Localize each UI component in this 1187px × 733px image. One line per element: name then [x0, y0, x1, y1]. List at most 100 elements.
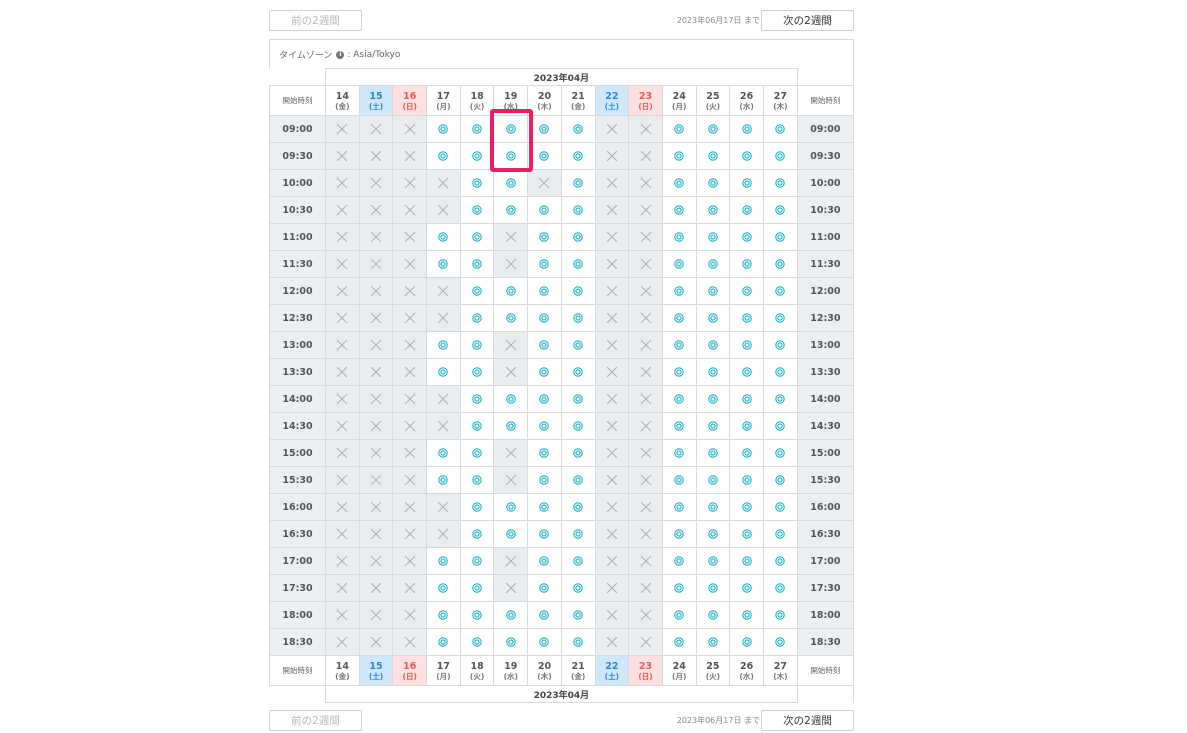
available-slot[interactable] [560, 115, 596, 143]
available-slot[interactable] [527, 439, 562, 467]
available-slot[interactable] [762, 196, 798, 224]
available-slot[interactable] [560, 331, 596, 359]
available-slot[interactable] [729, 628, 764, 656]
available-slot[interactable] [762, 601, 798, 629]
available-slot[interactable] [762, 142, 798, 170]
available-slot[interactable] [527, 115, 562, 143]
available-slot[interactable] [527, 574, 562, 602]
available-slot[interactable] [661, 142, 697, 170]
available-slot[interactable] [527, 358, 562, 386]
available-slot[interactable] [560, 493, 596, 521]
available-slot[interactable] [426, 142, 461, 170]
available-slot[interactable] [762, 385, 798, 413]
available-slot[interactable] [695, 385, 731, 413]
available-slot[interactable] [729, 493, 764, 521]
available-slot[interactable] [762, 547, 798, 575]
available-slot[interactable] [762, 115, 798, 143]
available-slot[interactable] [459, 493, 495, 521]
available-slot[interactable] [459, 466, 495, 494]
available-slot[interactable] [426, 331, 461, 359]
available-slot[interactable] [459, 574, 495, 602]
available-slot[interactable] [762, 493, 798, 521]
available-slot[interactable] [762, 628, 798, 656]
available-slot[interactable] [493, 142, 529, 170]
available-slot[interactable] [729, 115, 764, 143]
available-slot[interactable] [661, 223, 697, 251]
available-slot[interactable] [527, 142, 562, 170]
available-slot[interactable] [762, 439, 798, 467]
available-slot[interactable] [527, 520, 562, 548]
available-slot[interactable] [729, 277, 764, 305]
available-slot[interactable] [459, 223, 495, 251]
available-slot[interactable] [426, 250, 461, 278]
available-slot[interactable] [560, 385, 596, 413]
available-slot[interactable] [661, 628, 697, 656]
available-slot[interactable] [661, 412, 697, 440]
available-slot[interactable] [459, 250, 495, 278]
available-slot[interactable] [527, 223, 562, 251]
available-slot[interactable] [527, 196, 562, 224]
available-slot[interactable] [426, 601, 461, 629]
available-slot[interactable] [426, 628, 461, 656]
available-slot[interactable] [661, 169, 697, 197]
available-slot[interactable] [695, 277, 731, 305]
available-slot[interactable] [560, 142, 596, 170]
available-slot[interactable] [695, 196, 731, 224]
available-slot[interactable] [729, 304, 764, 332]
available-slot[interactable] [661, 115, 697, 143]
available-slot[interactable] [762, 250, 798, 278]
available-slot[interactable] [695, 169, 731, 197]
available-slot[interactable] [493, 169, 529, 197]
available-slot[interactable] [426, 115, 461, 143]
available-slot[interactable] [661, 304, 697, 332]
available-slot[interactable] [426, 439, 461, 467]
available-slot[interactable] [661, 601, 697, 629]
available-slot[interactable] [560, 439, 596, 467]
available-slot[interactable] [661, 439, 697, 467]
prev-2-weeks-button-bottom[interactable]: 前の2週間 [269, 710, 362, 731]
available-slot[interactable] [661, 520, 697, 548]
available-slot[interactable] [695, 601, 731, 629]
available-slot[interactable] [560, 358, 596, 386]
available-slot[interactable] [459, 412, 495, 440]
available-slot[interactable] [729, 601, 764, 629]
available-slot[interactable] [459, 385, 495, 413]
available-slot[interactable] [729, 142, 764, 170]
available-slot[interactable] [661, 493, 697, 521]
available-slot[interactable] [762, 331, 798, 359]
available-slot[interactable] [459, 115, 495, 143]
available-slot[interactable] [493, 628, 529, 656]
available-slot[interactable] [527, 493, 562, 521]
available-slot[interactable] [560, 601, 596, 629]
available-slot[interactable] [762, 358, 798, 386]
available-slot[interactable] [560, 466, 596, 494]
available-slot[interactable] [527, 601, 562, 629]
available-slot[interactable] [426, 358, 461, 386]
available-slot[interactable] [560, 628, 596, 656]
available-slot[interactable] [527, 385, 562, 413]
available-slot[interactable] [493, 520, 529, 548]
available-slot[interactable] [459, 277, 495, 305]
available-slot[interactable] [527, 466, 562, 494]
available-slot[interactable] [661, 358, 697, 386]
available-slot[interactable] [493, 412, 529, 440]
available-slot[interactable] [661, 196, 697, 224]
available-slot[interactable] [493, 493, 529, 521]
available-slot[interactable] [661, 277, 697, 305]
available-slot[interactable] [729, 250, 764, 278]
available-slot[interactable] [729, 547, 764, 575]
available-slot[interactable] [560, 250, 596, 278]
available-slot[interactable] [661, 331, 697, 359]
available-slot[interactable] [695, 304, 731, 332]
available-slot[interactable] [695, 439, 731, 467]
next-2-weeks-button-bottom[interactable]: 次の2週間 [761, 710, 854, 731]
available-slot[interactable] [695, 142, 731, 170]
available-slot[interactable] [493, 196, 529, 224]
available-slot[interactable] [560, 547, 596, 575]
available-slot[interactable] [762, 412, 798, 440]
prev-2-weeks-button[interactable]: 前の2週間 [269, 10, 362, 31]
available-slot[interactable] [729, 466, 764, 494]
available-slot[interactable] [426, 574, 461, 602]
available-slot[interactable] [560, 574, 596, 602]
available-slot[interactable] [661, 385, 697, 413]
